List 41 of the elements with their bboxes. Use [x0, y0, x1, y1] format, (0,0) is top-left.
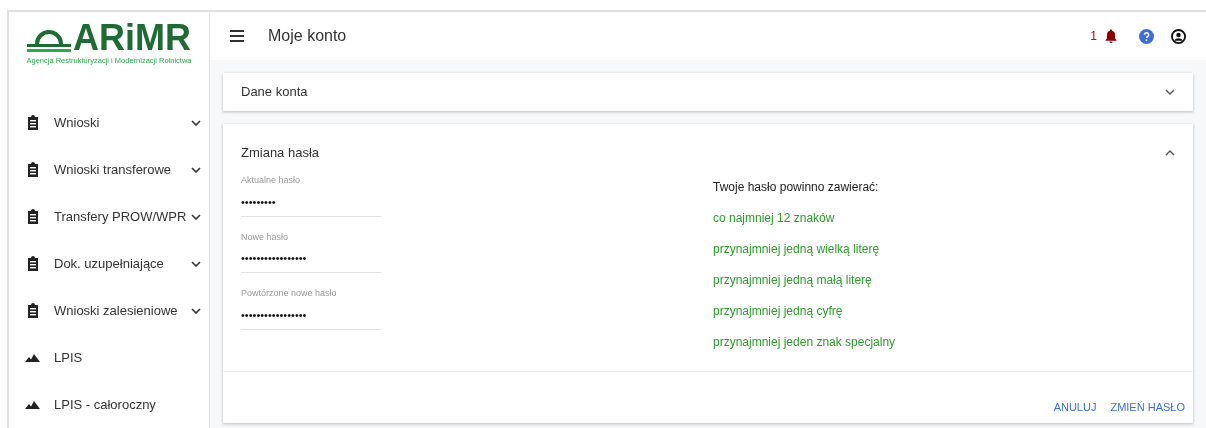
password-field[interactable]: Aktualne hasło •••••••••	[241, 174, 381, 217]
chevron-down-icon[interactable]	[189, 307, 201, 314]
sidebar-item[interactable]: Wnioski zalesieniowe	[54, 300, 178, 321]
panel-title[interactable]: Dane konta	[241, 82, 308, 102]
password-requirement: przynajmniej jedną cyfrę	[713, 303, 844, 320]
chevron-up-icon[interactable]	[1165, 150, 1175, 156]
sidebar-item[interactable]: Transfery PROW/WPR	[54, 206, 187, 227]
password-requirement: przynajmniej jedną małą literę	[713, 272, 873, 289]
account-icon[interactable]	[1171, 28, 1186, 44]
notification-bell-icon[interactable]	[1105, 29, 1117, 43]
text-button[interactable]: ZMIEŃ HASŁO	[1106, 394, 1189, 419]
notification-count: 1	[1090, 28, 1097, 45]
sidebar-item[interactable]: Wnioski transferowe	[54, 159, 172, 180]
password-field[interactable]: Powtórzone nowe hasło •••••••••••••••••	[241, 287, 381, 330]
sidebar-item[interactable]: Wnioski	[54, 112, 100, 133]
sidebar-item[interactable]: Dok. uzupełniające	[54, 253, 164, 274]
chevron-down-icon[interactable]	[189, 119, 201, 126]
password-requirement: przynajmniej jedną wielką literę	[713, 241, 881, 258]
clipboard-icon	[26, 162, 39, 177]
mountains-icon	[25, 400, 40, 409]
clipboard-icon	[26, 303, 39, 318]
chevron-down-icon[interactable]	[1165, 89, 1175, 95]
requirements-title: Twoje hasło powinno zawierać:	[713, 179, 880, 196]
page-title: Moje konto	[268, 26, 347, 46]
logo-title: ARiMR	[73, 22, 191, 53]
clipboard-icon	[26, 209, 39, 224]
clipboard-icon	[26, 256, 39, 271]
menu-icon[interactable]	[230, 30, 244, 42]
chevron-down-icon[interactable]	[189, 213, 201, 220]
clipboard-icon	[26, 115, 39, 130]
password-field[interactable]: Nowe hasło •••••••••••••••••	[241, 230, 381, 273]
password-requirement: przynajmniej jeden znak specjalny	[713, 334, 896, 351]
sidebar-item[interactable]: LPIS - całoroczny	[54, 394, 156, 415]
password-requirement: co najmniej 12 znaków	[713, 210, 836, 227]
chevron-down-icon[interactable]	[189, 166, 201, 173]
panel-title[interactable]: Zmiana hasła	[241, 143, 320, 163]
sidebar-item[interactable]: LPIS	[54, 347, 83, 368]
mountains-icon	[25, 353, 40, 362]
chevron-down-icon[interactable]	[189, 260, 201, 267]
help-icon[interactable]	[1139, 28, 1154, 44]
text-button[interactable]: ANULUJ	[1049, 394, 1101, 419]
